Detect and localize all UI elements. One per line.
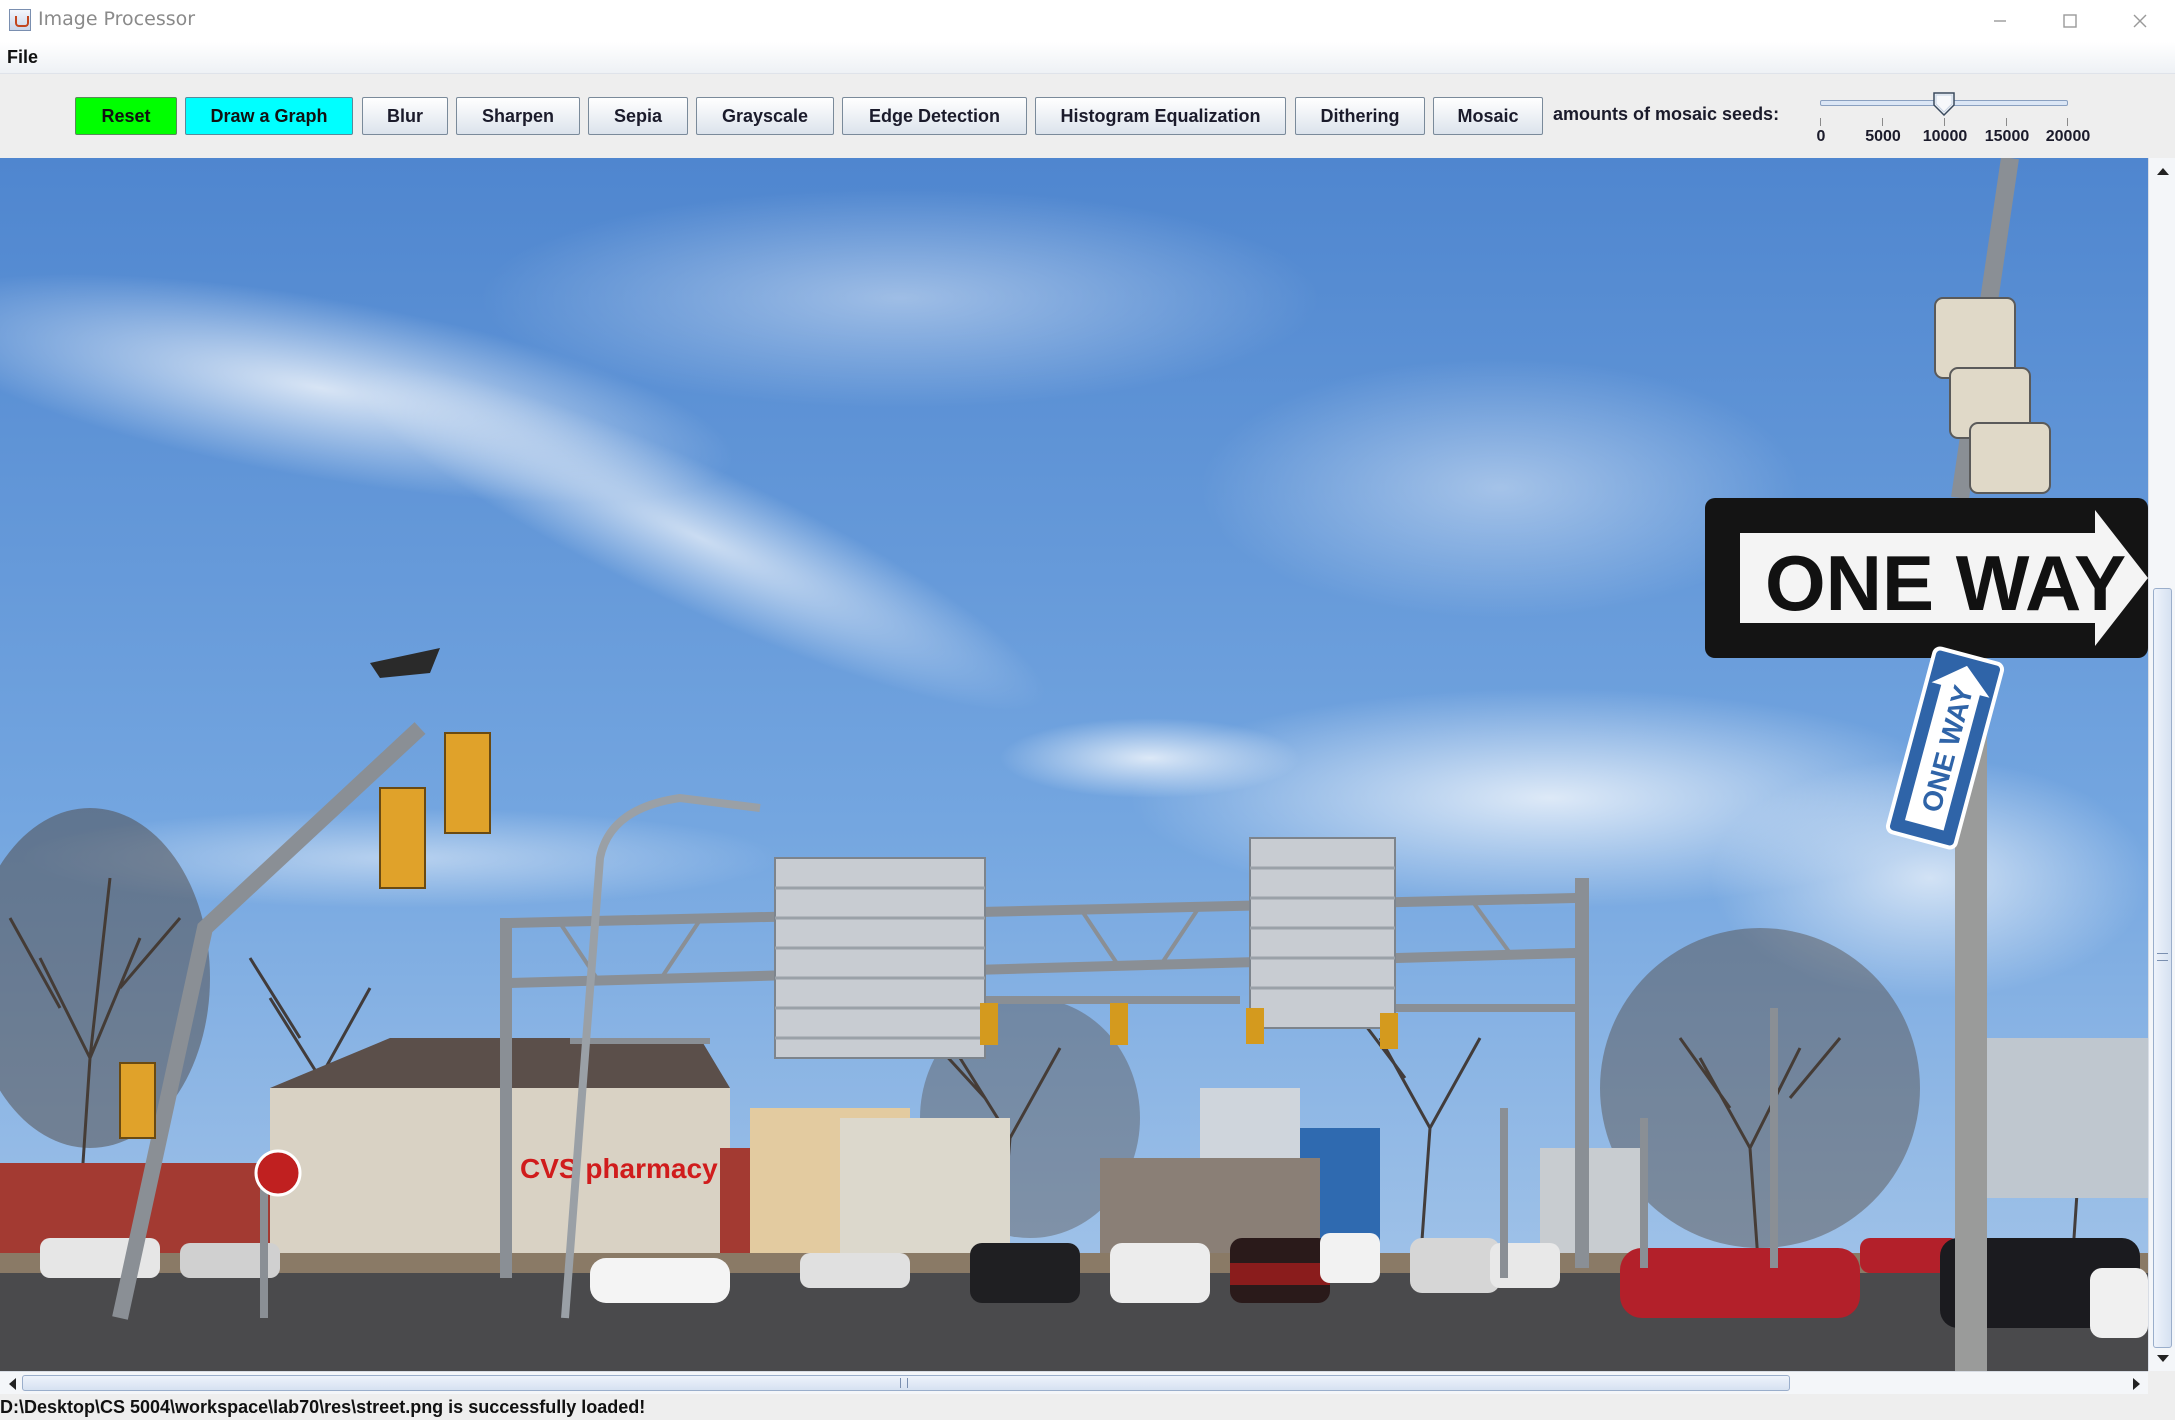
reset-button[interactable]: Reset [75,97,177,135]
window-title: Image Processor [38,8,196,30]
java-cup-icon [9,9,31,31]
histogram-equalization-button[interactable]: Histogram Equalization [1035,97,1286,135]
mosaic-seeds-label: amounts of mosaic seeds: [1553,104,1780,124]
toolbar: Reset Draw a Graph Blur Sharpen Sepia Gr… [0,74,2175,158]
slider-tick-label: 20000 [2045,128,2091,145]
scroll-down-icon[interactable] [2149,1346,2175,1371]
slider-ticks [1820,118,2068,128]
horizontal-scrollbar[interactable] [0,1371,2148,1394]
minimize-icon[interactable] [1965,0,2035,42]
grayscale-button[interactable]: Grayscale [696,97,834,135]
scroll-up-icon[interactable] [2149,158,2175,183]
blur-button[interactable]: Blur [362,97,448,135]
slider-tick-label: 5000 [1865,128,1901,145]
store-sign: CVS pharmacy [520,1153,718,1184]
one-way-sign: ONE WAY [1765,539,2126,627]
menu-bar: File [0,42,2175,74]
street-image: CVS pharmacy ONE WAY ONE WAY [0,158,2148,1371]
maximize-icon[interactable] [2035,0,2105,42]
dithering-button[interactable]: Dithering [1295,97,1425,135]
scroll-right-icon[interactable] [2125,1372,2148,1395]
status-message: D:\Desktop\CS 5004\workspace\lab70\res\s… [0,1397,646,1417]
slider-thumb[interactable] [1932,92,1956,116]
close-icon[interactable] [2105,0,2175,42]
slider-tick-label: 10000 [1922,128,1968,145]
slider-tick-label: 15000 [1984,128,2030,145]
vertical-scroll-thumb[interactable] [2153,588,2172,1348]
vertical-scrollbar[interactable] [2148,158,2175,1371]
slider-tick-label: 0 [1816,128,1826,145]
menu-file[interactable]: File [7,47,38,68]
status-bar: D:\Desktop\CS 5004\workspace\lab70\res\s… [0,1394,2175,1420]
title-bar: Image Processor [0,0,2175,42]
edge-detection-button[interactable]: Edge Detection [842,97,1027,135]
mosaic-seeds-slider[interactable] [1820,92,2068,118]
scroll-grip-icon [900,1378,908,1388]
sharpen-button[interactable]: Sharpen [456,97,580,135]
mosaic-button[interactable]: Mosaic [1433,97,1543,135]
scroll-corner [2148,1371,2175,1394]
sepia-button[interactable]: Sepia [588,97,688,135]
image-viewport[interactable]: CVS pharmacy ONE WAY ONE WAY [0,158,2148,1371]
draw-graph-button[interactable]: Draw a Graph [185,97,353,135]
scroll-grip-icon [2157,953,2168,961]
scroll-left-icon[interactable] [0,1372,23,1395]
